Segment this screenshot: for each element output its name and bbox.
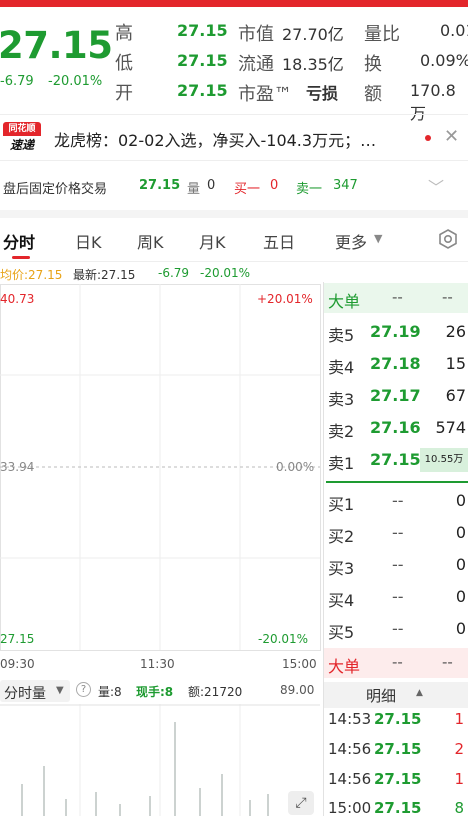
detail-header[interactable]: 明细 ▲ (324, 682, 468, 708)
news-text: 龙虎榜：02-02入选，净买入-104.3万元；… (54, 131, 377, 150)
mcap-value: 27.70亿 (282, 25, 344, 44)
pe-value: 亏损 (306, 84, 339, 103)
low-label: 低 (115, 53, 133, 74)
open-label: 开 (115, 83, 133, 104)
spread-divider (326, 481, 468, 483)
mcap-label: 市值 (238, 24, 274, 45)
afterhours-price: 27.15 (139, 178, 181, 193)
big-order-row: 大单 -- -- (324, 283, 468, 313)
chart-change-pct: -20.01% (200, 266, 251, 280)
high-value: 27.15 (177, 21, 228, 40)
tick-row: 14:56 27.15 2 (328, 740, 464, 758)
afterhours-buy1: 0 (270, 178, 279, 193)
big-order-row-2: 大单 -- -- (324, 648, 468, 678)
volume-type-selector[interactable]: 分时量 ▼ (0, 680, 70, 702)
chart-mid-price: 33.94 (0, 460, 35, 474)
chart-bottom-pct: -20.01% (258, 632, 309, 646)
chart-mid-pct: 0.00% (276, 460, 315, 474)
time-start: 09:30 (0, 657, 35, 671)
chevron-down-icon[interactable]: ﹀ (428, 174, 444, 198)
current-hand: 现手:8 (136, 685, 174, 699)
latest-price-label: 最新:27.15 (73, 268, 136, 282)
top-status-bar (0, 0, 468, 7)
price-change-pct: -20.01% (48, 74, 103, 89)
volume-chart[interactable] (0, 704, 322, 816)
close-icon[interactable]: ✕ (444, 126, 459, 147)
bid-row-3[interactable]: 买3 -- 0 (326, 549, 468, 581)
time-end: 15:00 (282, 657, 317, 671)
afterhours-buy1-label: 买一 (234, 182, 261, 197)
ask-row-5[interactable]: 卖5 27.19 26 (326, 316, 468, 348)
ths-news-logo: 同花顺 速递 (3, 122, 41, 154)
volume-max: 89.00 (280, 683, 315, 697)
divider (0, 261, 468, 262)
ask1-volume-badge: 10.55万 (420, 448, 468, 472)
turnover-value: 0.09% (420, 51, 468, 70)
bid-row-2[interactable]: 买2 -- 0 (326, 517, 468, 549)
tab-daily-k[interactable]: 日K (75, 229, 102, 253)
ask-row-1[interactable]: 卖1 27.15 10.55万 (326, 444, 468, 476)
turnover-label: 换 (364, 54, 382, 75)
float-label: 流通 (238, 54, 274, 75)
ask-row-3[interactable]: 卖3 27.17 67 (326, 380, 468, 412)
afterhours-label: 盘后固定价格交易 (3, 182, 108, 197)
help-icon[interactable]: ? (76, 682, 91, 697)
current-price: 27.15 (0, 24, 113, 67)
avg-price-label: 均价:27.15 (0, 268, 63, 282)
fullscreen-icon[interactable]: ⤢ (288, 791, 314, 815)
tab-more[interactable]: 更多 (335, 229, 367, 253)
bid-row-1[interactable]: 买1 -- 0 (326, 485, 468, 517)
tick-row: 14:56 27.15 1 (328, 770, 464, 788)
divider (0, 160, 468, 161)
intraday-chart[interactable] (0, 284, 322, 656)
afterhours-sell1-label: 卖一 (296, 182, 323, 197)
chart-top-pct: +20.01% (257, 292, 313, 306)
caret-down-icon: ▼ (56, 685, 64, 696)
tick-row: 15:00 27.15 8 (328, 799, 464, 816)
ask-row-2[interactable]: 卖2 27.16 574 (326, 412, 468, 444)
tick-row: 14:53 27.15 1 (328, 710, 464, 728)
chart-change: -6.79 (158, 266, 190, 280)
time-mid: 11:30 (140, 657, 175, 671)
caret-up-icon: ▲ (416, 688, 423, 698)
chart-top-price: 40.73 (0, 292, 35, 306)
afterhours-vol: 0 (207, 178, 216, 193)
low-value: 27.15 (177, 51, 228, 70)
volume-amount: 额:21720 (188, 685, 243, 699)
tab-five-day[interactable]: 五日 (263, 229, 295, 253)
float-value: 18.35亿 (282, 55, 344, 74)
chart-bottom-price: 27.15 (0, 632, 35, 646)
tab-monthly-k[interactable]: 月K (199, 229, 226, 253)
panel-divider (323, 282, 324, 816)
high-label: 高 (115, 23, 133, 44)
open-value: 27.15 (177, 81, 228, 100)
tab-weekly-k[interactable]: 周K (137, 229, 164, 253)
volume-ratio-label: 量比 (364, 24, 400, 45)
afterhours-sell1: 347 (333, 178, 358, 193)
tab-intraday[interactable]: 分时 (3, 229, 35, 253)
afterhours-row[interactable]: 盘后固定价格交易 27.15 量 0 买一 0 卖一 347 ﹀ (0, 162, 468, 208)
bid-row-4[interactable]: 买4 -- 0 (326, 581, 468, 613)
news-banner[interactable]: 同花顺 速递 龙虎榜：02-02入选，净买入-104.3万元；… ✕ (0, 115, 468, 159)
amount-label: 额 (364, 84, 382, 105)
afterhours-vol-label: 量 (187, 182, 201, 197)
pe-label: 市盈™ (238, 84, 292, 105)
volume-value: 量:8 (98, 685, 122, 699)
caret-down-icon[interactable]: ▼ (374, 232, 382, 245)
ask-row-4[interactable]: 卖4 27.18 15 (326, 348, 468, 380)
price-change: -6.79 (0, 74, 34, 89)
section-gap (0, 210, 468, 218)
active-tab-indicator (12, 256, 30, 259)
bid-row-5[interactable]: 买5 -- 0 (326, 613, 468, 645)
unread-dot-icon (425, 135, 431, 141)
settings-icon[interactable] (437, 228, 459, 250)
volume-ratio-value: 0.01 (440, 21, 468, 40)
